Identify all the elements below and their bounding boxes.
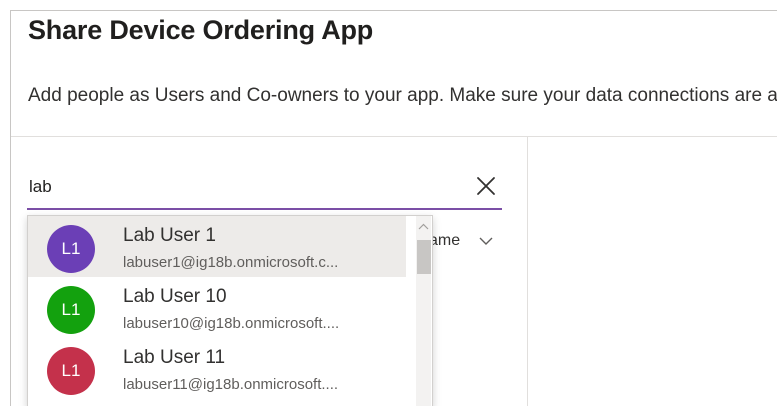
suggestions-scrollbar[interactable] bbox=[416, 216, 431, 406]
suggestion-list: L1 Lab User 1 labuser1@ig18b.onmicrosoft… bbox=[28, 216, 406, 399]
suggestion-email: labuser1@ig18b.onmicrosoft.c... bbox=[123, 254, 339, 271]
suggestion-name: Lab User 10 bbox=[123, 286, 227, 307]
close-icon[interactable] bbox=[475, 175, 497, 197]
suggestion-email: labuser10@ig18b.onmicrosoft.... bbox=[123, 315, 340, 332]
chevron-up-icon[interactable] bbox=[416, 220, 431, 234]
suggestion-email: labuser11@ig18b.onmicrosoft.... bbox=[123, 376, 339, 393]
avatar: L1 bbox=[47, 347, 95, 395]
chevron-down-icon[interactable] bbox=[478, 234, 494, 248]
suggestion-name: Lab User 1 bbox=[123, 225, 216, 246]
scrollbar-thumb[interactable] bbox=[417, 240, 431, 274]
avatar: L1 bbox=[47, 225, 95, 273]
header-divider bbox=[11, 136, 777, 137]
dialog-title: Share Device Ordering App bbox=[28, 15, 374, 45]
suggestion-item-lab-user-11[interactable]: L1 Lab User 11 labuser11@ig18b.onmicroso… bbox=[28, 338, 406, 399]
suggestion-item-lab-user-1[interactable]: L1 Lab User 1 labuser1@ig18b.onmicrosoft… bbox=[28, 216, 406, 277]
sort-label[interactable]: ame bbox=[429, 232, 460, 250]
suggestion-item-lab-user-10[interactable]: L1 Lab User 10 labuser10@ig18b.onmicroso… bbox=[28, 277, 406, 338]
suggestion-name: Lab User 11 bbox=[123, 347, 226, 368]
people-suggestions-dropdown: L1 Lab User 1 labuser1@ig18b.onmicrosoft… bbox=[27, 215, 433, 406]
panel-divider bbox=[527, 137, 528, 406]
avatar: L1 bbox=[47, 286, 95, 334]
dialog-description: Add people as Users and Co-owners to you… bbox=[28, 85, 777, 106]
people-search-box bbox=[27, 166, 502, 210]
share-dialog: Share Device Ordering App Add people as … bbox=[10, 10, 777, 406]
people-search-input[interactable] bbox=[27, 174, 449, 200]
